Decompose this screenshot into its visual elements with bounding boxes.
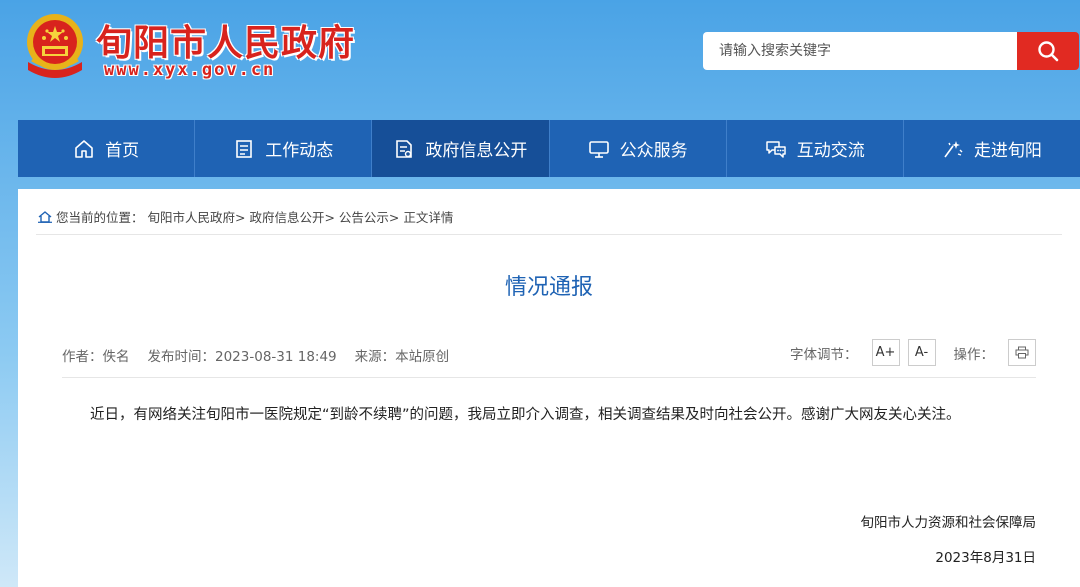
document-list-icon [236,139,253,158]
operation-label: 操作： [953,346,995,363]
nav-item-interaction[interactable]: 互动交流 [727,120,904,177]
nav-label: 政府信息公开 [425,141,528,161]
nav-item-work-news[interactable]: 工作动态 [195,120,373,177]
sparkle-icon [944,140,963,157]
print-button[interactable] [1008,339,1036,366]
article-panel: 您当前的位置： 旬阳市人民政府> 政府信息公开> 公告公示> 正文详情 情况通报… [18,189,1080,587]
signature-org: 旬阳市人力资源和社会保障局 [860,515,1037,531]
search-icon [1038,41,1059,62]
print-icon [1015,346,1029,359]
nav-label: 首页 [105,141,140,161]
national-emblem-icon [27,14,83,78]
search-input[interactable] [703,32,1019,70]
info-document-icon [396,139,413,158]
article-publish-time: 发布时间：2023-08-31 18:49 [147,349,337,365]
breadcrumb: 您当前的位置： 旬阳市人民政府> 政府信息公开> 公告公示> 正文详情 [38,207,453,226]
article-body: 近日，有网络关注旬阳市一医院规定“到龄不续聘”的问题，我局立即介入调查，相关调查… [90,407,961,423]
article-title: 情况通报 [504,275,593,300]
nav-label: 工作动态 [265,141,334,161]
nav-label: 公众服务 [619,141,688,161]
nav-item-about-xunyang[interactable]: 走进旬阳 [904,120,1080,177]
chat-icon [766,140,786,158]
nav-item-home[interactable]: 首页 [18,120,196,177]
font-increase-button[interactable]: A+ [871,339,900,366]
article-meta: 作者：佚名 发布时间：2023-08-31 18:49 来源：本站原创 [62,345,449,365]
nav-item-public-service[interactable]: 公众服务 [550,120,727,177]
search-button[interactable] [1017,32,1079,70]
home-location-icon [38,210,52,223]
divider [36,234,1062,235]
monitor-icon [588,140,609,158]
divider [62,377,1036,378]
signature-date: 2023年8月31日 [935,550,1036,566]
site-title: 旬阳市人民政府 [96,23,356,64]
article-author: 作者：佚名 [62,349,130,365]
nav-item-gov-info[interactable]: 政府信息公开 [372,120,550,177]
breadcrumb-path[interactable]: 旬阳市人民政府> 政府信息公开> 公告公示> 正文详情 [148,207,454,226]
nav-label: 互动交流 [796,141,865,161]
article-tools: 字体调节： A+ A- 操作： [790,339,1036,366]
home-icon [75,139,93,158]
site-url: www.xyx.gov.cn [104,60,276,80]
article-source: 来源：本站原创 [354,349,450,365]
font-size-label: 字体调节： [790,346,858,363]
nav-label: 走进旬阳 [973,141,1042,161]
header: 旬阳市人民政府 www.xyx.gov.cn [0,0,1080,120]
main-nav: 首页 工作动态 政府信息公开 公众服务 互动交流 走进旬阳 [18,120,1080,177]
font-decrease-button[interactable]: A- [907,339,936,366]
breadcrumb-prefix: 您当前的位置： [56,210,144,225]
